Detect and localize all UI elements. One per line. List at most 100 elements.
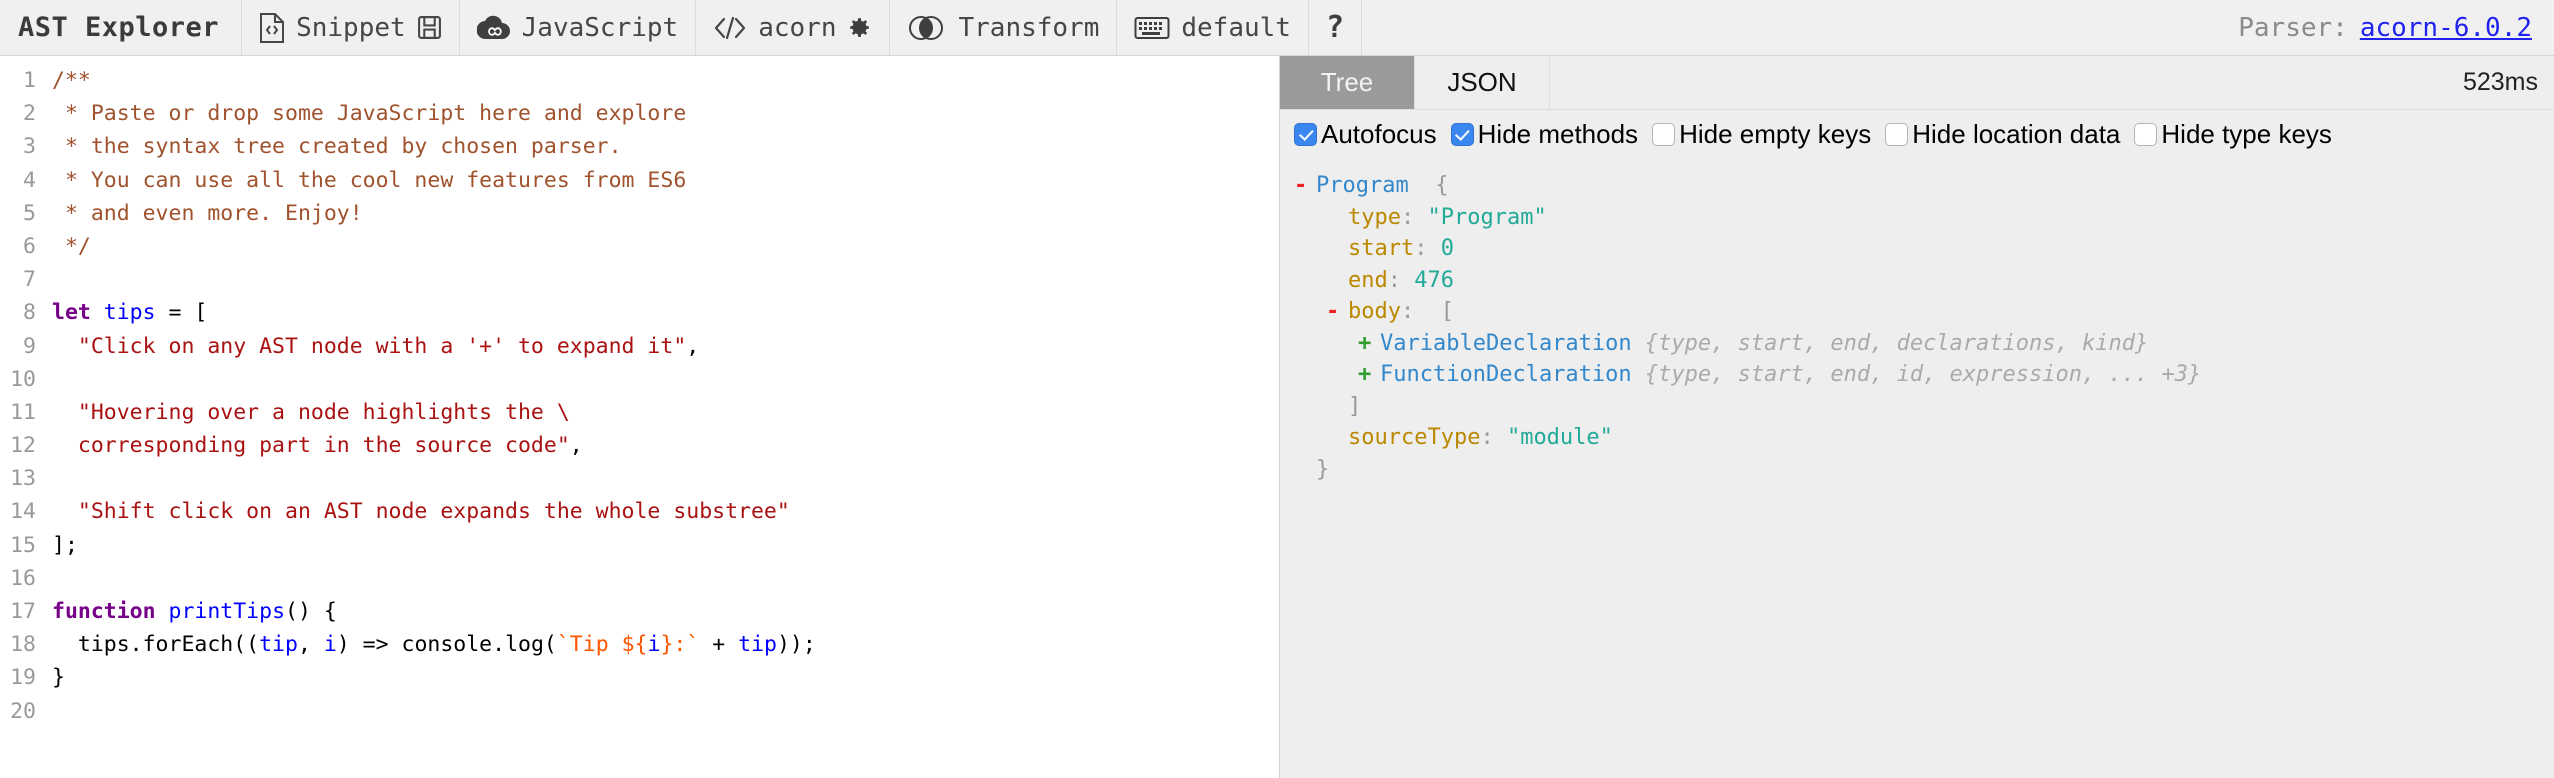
code-line[interactable]: 17 function printTips() { [0, 595, 1279, 628]
parser-label: Parser: [2238, 12, 2348, 43]
option-hide-methods[interactable]: Hide methods [1450, 118, 1639, 150]
ast-tree[interactable]: - Program { type: "Program" start: 0 end:… [1280, 158, 2554, 778]
checkbox-icon[interactable] [2134, 122, 2158, 146]
collapse-toggle-icon[interactable]: - [1326, 296, 1348, 328]
code-token: tips.forEach(( [52, 632, 260, 658]
ast-tree-row[interactable]: end: 476 [1294, 265, 2554, 297]
option-label: Hide type keys [2161, 118, 2332, 149]
code-line[interactable]: 18 tips.forEach((tip, i) => console.log(… [0, 628, 1279, 661]
code-editor-pane[interactable]: 1 /** 2 * Paste or drop some JavaScript he… [0, 56, 1280, 778]
line-number: 10 [10, 366, 36, 392]
toolbar-item-transform[interactable]: Transform [890, 0, 1118, 55]
code-line-text: * Paste or drop some JavaScript here and… [44, 97, 686, 130]
code-line[interactable]: 4 * You can use all the cool new feature… [0, 164, 1279, 197]
ast-tree-row[interactable]: ] [1294, 391, 2554, 423]
code-line[interactable]: 7 [0, 263, 1279, 296]
ast-tree-row[interactable]: - body: [ [1294, 296, 2554, 328]
ast-tree-row[interactable]: - Program { [1294, 170, 2554, 202]
code-line[interactable]: 1 /** [0, 64, 1279, 97]
ast-tree-row[interactable]: start: 0 [1294, 233, 2554, 265]
line-number: 12 [10, 433, 36, 459]
line-number: 20 [10, 698, 36, 724]
option-hide-type-keys[interactable]: Hide type keys [2134, 119, 2332, 150]
code-line[interactable]: 16 [0, 562, 1279, 595]
gear-icon[interactable] [847, 15, 872, 40]
expand-toggle-icon[interactable]: + [1358, 359, 1380, 391]
code-line-text: let tips = [ [44, 296, 207, 329]
code-editor[interactable]: 1 /** 2 * Paste or drop some JavaScript he… [0, 56, 1279, 728]
tab-tree[interactable]: Tree [1280, 56, 1415, 109]
code-line[interactable]: 11 "Hovering over a node highlights the … [0, 396, 1279, 429]
ast-tree-row[interactable]: type: "Program" [1294, 202, 2554, 234]
parser-version-area: Parser: acorn-6.0.2 [2238, 0, 2554, 55]
venn-circles-icon [907, 14, 947, 42]
ast-tree-row[interactable]: + FunctionDeclaration {type, start, end, … [1294, 359, 2554, 391]
code-token: } [52, 665, 65, 691]
ast-tree-row[interactable]: sourceType: "module" [1294, 422, 2554, 454]
code-line-text: * You can use all the cool new features … [44, 164, 686, 197]
code-line-text: "Hovering over a node highlights the \ [44, 396, 570, 429]
code-token: * the syntax tree created by chosen pars… [52, 134, 622, 160]
ast-property-key: type [1348, 204, 1401, 230]
ast-bracket-close: } [1316, 456, 1330, 482]
code-line[interactable]: 20 [0, 695, 1279, 728]
option-label: Hide methods [1477, 118, 1639, 149]
ast-property-value: "Program" [1414, 204, 1547, 230]
option-autofocus[interactable]: Autofocus [1294, 119, 1437, 150]
code-line[interactable]: 6 */ [0, 230, 1279, 263]
code-line-text [44, 363, 52, 396]
code-line-text: ]; [44, 529, 78, 562]
code-line[interactable]: 12 corresponding part in the source code… [0, 429, 1279, 462]
toolbar-item-parser[interactable]: acorn [696, 0, 891, 55]
code-line[interactable]: 19} [0, 661, 1279, 694]
toggle-spacer [1326, 202, 1348, 234]
toggle-spacer [1326, 233, 1348, 265]
ast-tree-row[interactable]: } [1294, 454, 2554, 486]
code-line-text: */ [44, 230, 91, 263]
line-number: 18 [10, 632, 36, 658]
option-hide-empty-keys[interactable]: Hide empty keys [1652, 119, 1871, 150]
code-line[interactable]: 13 [0, 462, 1279, 495]
code-file-icon [259, 12, 285, 43]
ast-node-name[interactable]: Program [1316, 170, 1409, 202]
parser-version-link[interactable]: acorn-6.0.2 [2360, 13, 2532, 43]
ast-node-name[interactable]: FunctionDeclaration [1380, 359, 1632, 391]
code-token: printTips [168, 599, 286, 624]
line-number: 2 [23, 101, 36, 127]
toolbar-item-snippet[interactable]: Snippet [242, 0, 460, 55]
tab-json[interactable]: JSON [1415, 56, 1550, 109]
ast-tree-row[interactable]: + VariableDeclaration {type, start, end, … [1294, 328, 2554, 360]
line-number: 11 [10, 399, 36, 425]
checkbox-icon[interactable] [1294, 122, 1317, 146]
save-disk-icon[interactable] [417, 15, 442, 40]
code-line[interactable]: 9 "Click on any AST node with a '+' to e… [0, 330, 1279, 363]
ast-node-name[interactable]: VariableDeclaration [1380, 328, 1632, 360]
checkbox-icon[interactable] [1885, 122, 1909, 146]
code-line[interactable]: 5 * and even more. Enjoy! [0, 197, 1279, 230]
option-hide-location-data[interactable]: Hide location data [1885, 119, 2120, 150]
ast-colon: : [1387, 267, 1401, 293]
line-number: 15 [10, 532, 36, 558]
toolbar-item-keymap[interactable]: default [1117, 0, 1309, 55]
code-line[interactable]: 3 * the syntax tree created by chosen pa… [0, 130, 1279, 163]
toolbar-item-language[interactable]: JavaScript [460, 0, 697, 55]
code-line[interactable]: 15]; [0, 529, 1279, 562]
checkbox-icon[interactable] [1652, 122, 1676, 146]
code-line[interactable]: 2 * Paste or drop some JavaScript here a… [0, 97, 1279, 130]
toggle-spacer [1294, 454, 1316, 486]
collapse-toggle-icon[interactable]: - [1294, 170, 1316, 202]
tab-json-label: JSON [1447, 67, 1517, 97]
app-brand[interactable]: AST Explorer [0, 0, 243, 55]
code-line[interactable]: 10 [0, 363, 1279, 396]
code-line[interactable]: 14 "Shift click on an AST node expands t… [0, 495, 1279, 528]
checkbox-icon[interactable] [1450, 122, 1474, 146]
ast-colon: : [1400, 299, 1415, 324]
code-token: = [ [155, 300, 208, 326]
code-line[interactable]: 8 let tips = [ [0, 296, 1279, 329]
code-token: * You can use all the cool new features … [52, 167, 687, 193]
toolbar-item-help[interactable]: ? [1309, 0, 1363, 55]
expand-toggle-icon[interactable]: + [1358, 328, 1380, 360]
